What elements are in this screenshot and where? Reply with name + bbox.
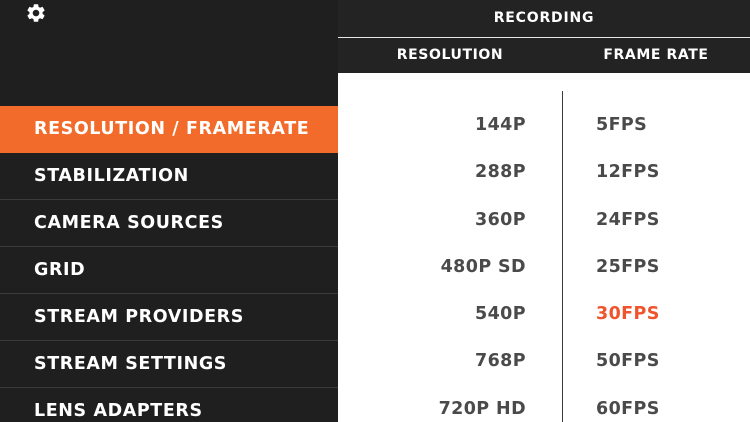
resolution-option[interactable]: 720P HD [338,386,526,422]
gear-icon[interactable] [25,2,47,24]
framerate-option[interactable]: 5FPS [596,102,746,149]
sidebar-item-grid[interactable]: GRID [0,247,338,294]
sidebar-item-lens-adapters[interactable]: LENS ADAPTERS [0,388,338,422]
page-title: RECORDING [493,10,595,26]
framerate-option[interactable]: 50FPS [596,338,746,385]
resolution-option[interactable]: 360P [338,197,526,244]
options-panel: 144P 288P 360P 480P SD 540P 768P 720P HD… [338,73,750,422]
framerate-list: 5FPS 12FPS 24FPS 25FPS 30FPS 50FPS 60FPS [596,102,746,422]
resolution-option[interactable]: 288P [338,149,526,196]
framerate-option-selected[interactable]: 30FPS [596,291,746,338]
recording-header: RECORDING RESOLUTION FRAME RATE [338,0,750,73]
sidebar: RESOLUTION / FRAMERATE STABILIZATION CAM… [0,0,338,422]
sidebar-item-stream-providers[interactable]: STREAM PROVIDERS [0,294,338,341]
settings-menu: RESOLUTION / FRAMERATE STABILIZATION CAM… [0,106,338,422]
resolution-column-header: RESOLUTION [396,47,504,63]
framerate-option[interactable]: 60FPS [596,386,746,422]
resolution-option[interactable]: 144P [338,102,526,149]
framerate-option[interactable]: 12FPS [596,149,746,196]
sidebar-item-stream-settings[interactable]: STREAM SETTINGS [0,341,338,388]
framerate-column-header: FRAME RATE [603,47,709,63]
sidebar-item-resolution-framerate[interactable]: RESOLUTION / FRAMERATE [0,106,338,153]
resolution-list: 144P 288P 360P 480P SD 540P 768P 720P HD [338,102,526,422]
resolution-option[interactable]: 540P [338,291,526,338]
resolution-option[interactable]: 480P SD [338,244,526,291]
resolution-option[interactable]: 768P [338,338,526,385]
sidebar-item-stabilization[interactable]: STABILIZATION [0,153,338,200]
sidebar-item-camera-sources[interactable]: CAMERA SOURCES [0,200,338,247]
framerate-option[interactable]: 25FPS [596,244,746,291]
framerate-option[interactable]: 24FPS [596,197,746,244]
column-divider [562,91,563,422]
